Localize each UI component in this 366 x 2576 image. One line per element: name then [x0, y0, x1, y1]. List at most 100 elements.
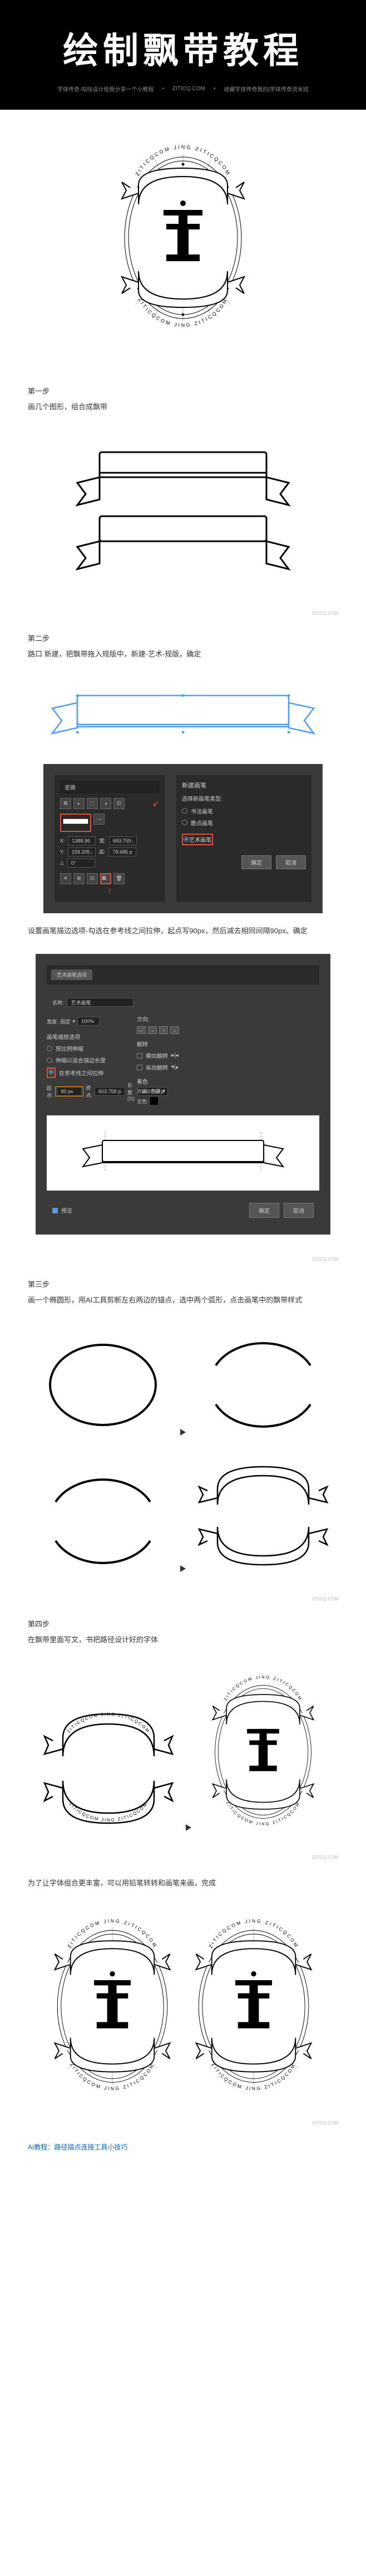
direction-label: 方向:	[137, 1015, 219, 1023]
watermark: ZITICQ.COM	[0, 611, 366, 616]
transform-panel: 变换 ⊞ ◐ ⬚ ◑ ⊡ ↙ — X: 宽: Y: 高: △	[55, 775, 165, 902]
panel-icon[interactable]: ⊡	[87, 873, 98, 884]
dot: •	[214, 86, 216, 92]
trans-btn[interactable]: ⬚	[87, 798, 98, 809]
dir-left[interactable]: ←	[137, 1026, 146, 1034]
step3-desc: 画一个椭圆形，用AI工具剪断左右两边的锚点，选中两个弧形，点击画笔中的飘带样式	[28, 1294, 338, 1306]
arrow-up-red: ↑	[107, 887, 112, 896]
dot: •	[162, 86, 164, 92]
cancel-button[interactable]: 取消	[276, 855, 306, 869]
colorize-label: 着色	[137, 1077, 219, 1085]
radio-len[interactable]: 伸缩以适合描边长度	[47, 1056, 128, 1064]
panel-icon[interactable]: ⊕	[73, 873, 85, 884]
scale-opts-label: 画笔缩放选项	[47, 1032, 128, 1041]
step1-desc: 画几个图形，组合成飘带	[28, 400, 338, 413]
angle-input[interactable]	[67, 859, 95, 868]
ok-button[interactable]: 确定	[249, 1203, 279, 1218]
step4-label: 第四步	[28, 1618, 338, 1629]
step-2: 第二步 路口 新建，把飘带拖入规版中，新建-艺术-规版，确定 变换 ⊞ ◐ ⬚ …	[0, 616, 366, 1262]
opts-btn[interactable]: —	[93, 814, 105, 825]
trans-btn[interactable]: ◑	[100, 798, 111, 809]
dir-right[interactable]: →	[148, 1026, 157, 1034]
final-figure: ZITICQCOM JING ZITICQCOM ZITICQCOM JING …	[28, 1906, 338, 2109]
name-label: 名称:	[52, 999, 64, 1006]
preview-check[interactable]: 预览	[52, 1206, 72, 1214]
y-label: Y:	[60, 849, 65, 855]
ok-button[interactable]: 确定	[241, 855, 271, 869]
sub-right: 收藏字体传奇我的|字体传奇流米班	[224, 85, 309, 93]
step3-label: 第三步	[28, 1279, 338, 1289]
watermark: ZITICQ.COM	[0, 1596, 366, 1602]
step-1: 第一步 画几个图形，组合成飘带	[0, 369, 366, 616]
step-4: 第四步 在飘带里面写文，书把路径设计好的字体 ZITICQCOM JING ZI…	[0, 1602, 366, 1860]
x-label: X:	[60, 838, 65, 844]
y-input[interactable]	[68, 848, 96, 856]
step2-label: 第二步	[28, 633, 338, 643]
trans-btn[interactable]: ◐	[73, 798, 85, 809]
sub-mid: ZITICQ.COM	[172, 86, 205, 92]
step3-figure	[28, 1324, 338, 1449]
dialog-title: 新建画笔	[182, 781, 306, 790]
new-brush-btn[interactable]: ▦	[100, 873, 111, 884]
key-color-swatch[interactable]	[150, 1097, 158, 1105]
new-brush-dialog: 新建画笔 选择新画笔类型: 书法画笔 散点画笔 艺术画笔 确定 取消	[176, 775, 311, 902]
arrow-red-icon: ↙	[152, 798, 160, 809]
w-label: 宽:	[99, 837, 106, 844]
step1-label: 第一步	[28, 385, 338, 396]
watermark: ZITICQ.COM	[0, 2120, 366, 2126]
sub-left: 字体传奇-咕咕设计给我分享一个小教程	[57, 85, 154, 93]
options-right: 方向: ← → ↑ ↓ 翻转 横向翻转▸|◂ 纵向翻转▾|▴ 着色 方法:色调▾…	[137, 1015, 219, 1107]
brush-thumb-highlight[interactable]	[60, 814, 91, 832]
radio-guides[interactable]: 在参考线之间拉伸	[47, 1067, 128, 1078]
step2b-desc: 设置画笔描边选项-勾选在参考线之间拉伸，起点写90px，然后减去相同间隔90px…	[28, 924, 338, 937]
name-input[interactable]	[67, 998, 133, 1007]
brush-preview	[47, 1115, 319, 1191]
trash-icon[interactable]: 🗑	[113, 873, 125, 884]
step4-desc: 在飘带里面写文，书把路径设计好的字体	[28, 1633, 338, 1646]
hero-header: 绘制飘带教程 字体传奇-咕咕设计给我分享一个小教程 • ZITICQ.COM •…	[0, 0, 366, 110]
badge-logo: ZITICQCOM JING ZITICQCOM ZITICQCOM JING …	[111, 143, 255, 332]
hero-subtitle: 字体传奇-咕咕设计给我分享一个小教程 • ZITICQ.COM • 收藏字体传奇…	[11, 85, 355, 93]
start-input[interactable]	[57, 1087, 82, 1096]
step2-ribbon-preview	[28, 678, 338, 753]
art-brush-options-dialog: 艺术画笔选项 名称: 宽度:固定▾ 画笔缩放选项 按比例伸缩 伸缩以适合描边长度…	[36, 954, 330, 1235]
width-label: 宽度:	[47, 1018, 58, 1025]
footer: AI教程：路径描点连接工具小技巧	[0, 2126, 366, 2168]
footer-link[interactable]: AI教程：路径描点连接工具小技巧	[28, 2143, 127, 2151]
end-input[interactable]	[95, 1087, 125, 1096]
ai-panel: 变换 ⊞ ◐ ⬚ ◑ ⊡ ↙ — X: 宽: Y: 高: △	[43, 764, 323, 913]
arrow-right-icon	[180, 1565, 186, 1572]
trans-btn[interactable]: ⊞	[60, 798, 71, 809]
dialog-tab[interactable]: 艺术画笔选项	[51, 969, 92, 980]
dir-up[interactable]: ↑	[159, 1026, 168, 1034]
radio-scatter[interactable]: 散点画笔	[182, 819, 306, 827]
w-input[interactable]	[109, 836, 137, 845]
page-title: 绘制飘带教程	[11, 22, 355, 74]
h-input[interactable]	[108, 848, 136, 856]
hero-badge: ZITICQCOM JING ZITICQCOM ZITICQCOM JING …	[0, 110, 366, 369]
flip-v[interactable]: 纵向翻转▾|▴	[137, 1063, 219, 1071]
watermark: ZITICQ.COM	[0, 1855, 366, 1860]
x-input[interactable]	[68, 836, 96, 845]
step1-figure	[28, 430, 338, 600]
angle-icon: △	[60, 860, 64, 866]
step2-desc: 路口 新建，把飘带拖入规版中，新建-艺术-规版，确定	[28, 648, 338, 660]
watermark: ZITICQ.COM	[0, 1257, 366, 1262]
dir-down[interactable]: ↓	[170, 1026, 179, 1034]
radio-art[interactable]: 艺术画笔	[182, 834, 213, 845]
step5-desc: 为了让字体组合更丰富，可以用铅笔转转和画笔来画，完成	[28, 1877, 338, 1889]
width-input[interactable]	[77, 1017, 100, 1026]
trans-btn[interactable]: ⊡	[113, 798, 125, 809]
cancel-button[interactable]: 取消	[284, 1203, 314, 1218]
flip-h[interactable]: 横向翻转▸|◂	[137, 1051, 219, 1060]
radio-fit[interactable]: 按比例伸缩	[47, 1044, 128, 1052]
panel-icon[interactable]: ✕	[60, 873, 71, 884]
radio-calligraphy[interactable]: 书法画笔	[182, 807, 306, 815]
step-3: 第三步 画一个椭圆形，用AI工具剪断左右两边的锚点，选中两个弧形，点击画笔中的飘…	[0, 1262, 366, 1602]
options-left: 宽度:固定▾ 画笔缩放选项 按比例伸缩 伸缩以适合描边长度 在参考线之间拉伸 起…	[47, 1015, 128, 1107]
step4-figure: ZITICQCOM JING ZITICQCOM ZITICQCOM JING …	[28, 1663, 338, 1844]
brush-type-label: 选择新画笔类型:	[182, 794, 306, 802]
h-label: 高:	[99, 848, 106, 855]
step-5: 为了让字体组合更丰富，可以用铅笔转转和画笔来画，完成 ZITICQCOM JIN…	[0, 1860, 366, 2126]
transform-header: 变换	[60, 781, 160, 794]
